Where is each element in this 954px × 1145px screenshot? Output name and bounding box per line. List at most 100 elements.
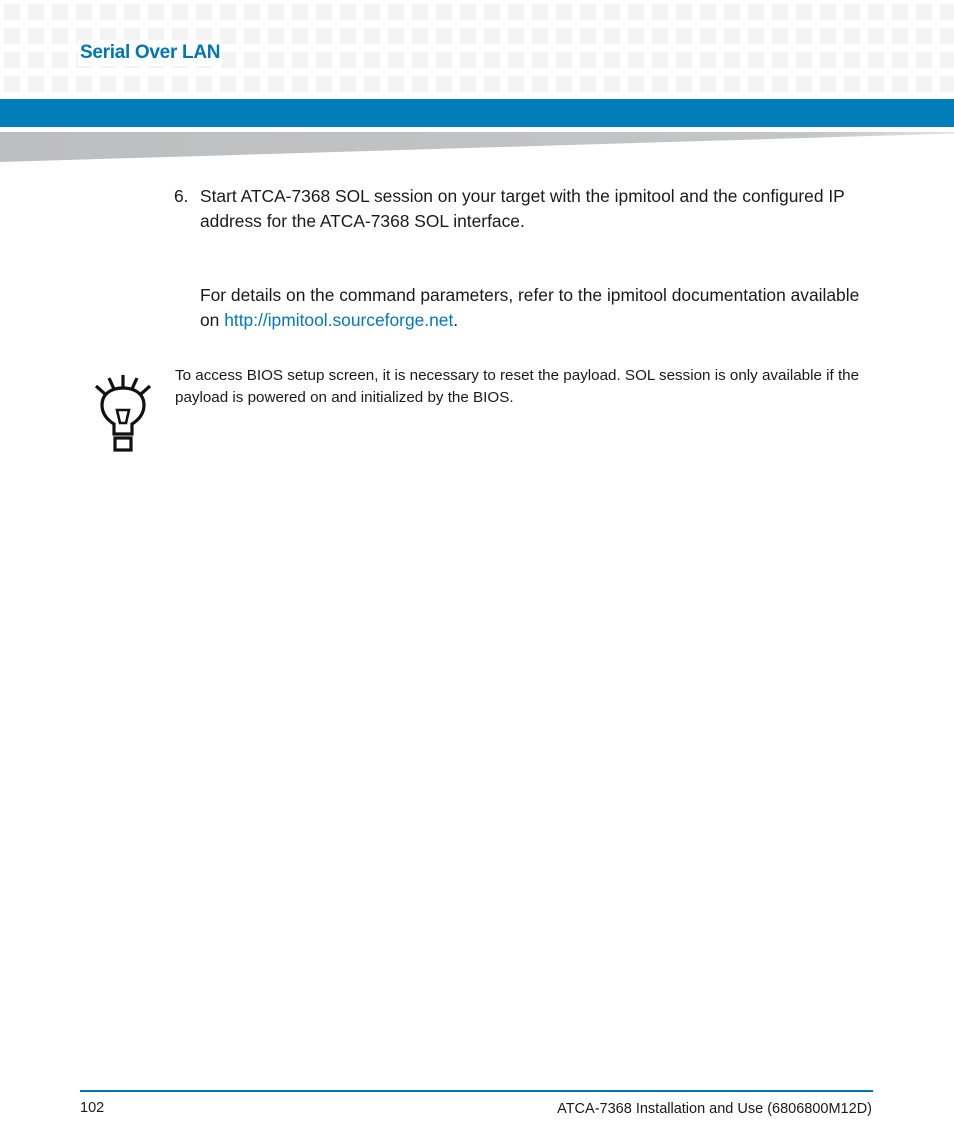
lightbulb-icon — [94, 375, 152, 452]
pattern-square — [916, 28, 932, 44]
pattern-square — [76, 76, 92, 92]
pattern-square — [340, 52, 356, 68]
pattern-square — [28, 76, 44, 92]
pattern-square — [796, 4, 812, 20]
ipmitool-link[interactable]: http://ipmitool.sourceforge.net — [224, 310, 453, 330]
pattern-square — [892, 4, 908, 20]
pattern-square — [820, 4, 836, 20]
pattern-square — [52, 76, 68, 92]
pattern-square — [364, 76, 380, 92]
pattern-square — [412, 28, 428, 44]
pattern-square — [844, 28, 860, 44]
pattern-square — [292, 4, 308, 20]
pattern-square — [532, 4, 548, 20]
pattern-square — [868, 4, 884, 20]
pattern-square — [340, 4, 356, 20]
document-title: ATCA-7368 Installation and Use (6806800M… — [557, 1101, 872, 1117]
pattern-square — [484, 76, 500, 92]
pattern-square — [772, 52, 788, 68]
pattern-square — [556, 52, 572, 68]
pattern-square — [724, 76, 740, 92]
pattern-square — [244, 52, 260, 68]
pattern-square — [628, 4, 644, 20]
pattern-square — [532, 76, 548, 92]
pattern-square — [484, 28, 500, 44]
pattern-square — [748, 76, 764, 92]
pattern-square — [220, 76, 236, 92]
pattern-square — [484, 52, 500, 68]
pattern-square — [364, 28, 380, 44]
pattern-square — [868, 52, 884, 68]
pattern-square — [148, 76, 164, 92]
pattern-square — [316, 28, 332, 44]
pattern-square — [220, 52, 236, 68]
pattern-square — [316, 4, 332, 20]
pattern-square — [796, 76, 812, 92]
pattern-square — [76, 4, 92, 20]
pattern-square — [220, 4, 236, 20]
step-number: 6. — [174, 186, 189, 206]
pattern-square — [340, 28, 356, 44]
pattern-square — [412, 4, 428, 20]
header-wedge — [0, 132, 954, 162]
pattern-square — [388, 28, 404, 44]
pattern-square — [604, 52, 620, 68]
pattern-square — [844, 76, 860, 92]
pattern-square — [940, 52, 954, 68]
pattern-square — [916, 76, 932, 92]
paragraph-suffix: . — [453, 310, 459, 330]
pattern-square — [628, 52, 644, 68]
pattern-square — [436, 4, 452, 20]
pattern-square — [676, 28, 692, 44]
pattern-square — [748, 28, 764, 44]
pattern-square — [100, 4, 116, 20]
pattern-square — [532, 28, 548, 44]
pattern-square — [844, 4, 860, 20]
pattern-square — [4, 76, 20, 92]
pattern-square — [652, 52, 668, 68]
pattern-square — [700, 4, 716, 20]
header-band — [0, 99, 954, 127]
pattern-square — [556, 28, 572, 44]
pattern-square — [172, 76, 188, 92]
pattern-square — [244, 4, 260, 20]
pattern-square — [748, 4, 764, 20]
pattern-square — [100, 76, 116, 92]
pattern-square — [868, 28, 884, 44]
pattern-square — [868, 76, 884, 92]
pattern-square — [892, 76, 908, 92]
pattern-square — [28, 52, 44, 68]
pattern-square — [580, 52, 596, 68]
pattern-square — [916, 52, 932, 68]
pattern-square — [604, 28, 620, 44]
pattern-square — [292, 52, 308, 68]
note-text: To access BIOS setup screen, it is neces… — [175, 367, 860, 406]
pattern-square — [4, 28, 20, 44]
pattern-square — [268, 4, 284, 20]
pattern-square — [532, 52, 548, 68]
pattern-square — [676, 52, 692, 68]
pattern-square — [124, 76, 140, 92]
pattern-square — [244, 76, 260, 92]
pattern-square — [364, 4, 380, 20]
pattern-square — [796, 28, 812, 44]
pattern-square — [172, 4, 188, 20]
pattern-square — [724, 28, 740, 44]
pattern-square — [508, 4, 524, 20]
pattern-square — [820, 76, 836, 92]
pattern-square — [484, 4, 500, 20]
details-paragraph: For details on the command parameters, r… — [200, 283, 880, 333]
pattern-square — [4, 52, 20, 68]
pattern-square — [820, 28, 836, 44]
pattern-square — [652, 76, 668, 92]
footer-rule — [80, 1090, 873, 1092]
pattern-square — [724, 4, 740, 20]
pattern-square — [316, 52, 332, 68]
page-number: 102 — [80, 1100, 105, 1116]
pattern-square — [460, 76, 476, 92]
pattern-square — [412, 52, 428, 68]
pattern-square — [436, 52, 452, 68]
pattern-square — [580, 76, 596, 92]
pattern-square — [364, 52, 380, 68]
pattern-square — [268, 52, 284, 68]
